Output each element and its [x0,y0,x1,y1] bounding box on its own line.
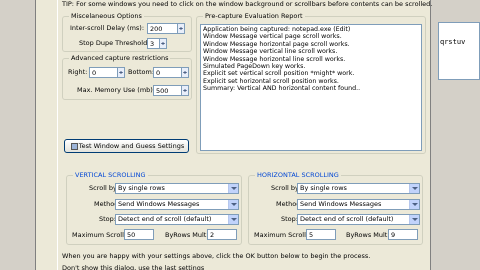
vertical-scrolling-title: VERTICAL SCROLLING [73,171,148,179]
report-line: Window Message horizontal line scroll wo… [203,55,346,63]
test-window-button[interactable]: Test Window and Guess Settings [64,139,189,153]
v-method-value: Send Windows Messages [118,200,200,208]
bottom-spinner[interactable] [181,68,188,77]
report-line: Window Message vertical line scroll work… [203,48,338,56]
inter-scroll-value: 200 [150,25,163,33]
report-line: Explicit set vertical scroll position *m… [203,70,355,78]
chevron-down-icon [409,215,419,224]
h-max-scrolls-label: Maximum Scrolls: [254,231,312,239]
inter-scroll-spinner[interactable] [177,24,184,33]
bottom-input[interactable]: 0 [153,67,189,78]
misc-options-title: Miscelaneous Options [69,12,144,20]
advanced-restrictions-title: Advanced capture restrictions [69,54,171,62]
inter-scroll-label: Inter-scroll Delay (ms): [70,24,145,32]
h-byrows-value: 9 [391,231,396,239]
h-method-select[interactable]: Send Windows Messages [297,199,420,210]
h-max-scrolls-value: 5 [309,231,314,239]
v-stop-value: Detect end of scroll (default) [118,215,212,223]
misc-options-group: Miscelaneous Options Inter-scroll Delay … [62,12,192,52]
chevron-down-icon [228,184,238,193]
h-stop-select[interactable]: Detect end of scroll (default) [297,214,420,225]
horizontal-scrolling-title: HORIZONTAL SCROLLING [255,171,341,179]
horizontal-scrolling-group: HORIZONTAL SCROLLING Scroll by: By singl… [248,171,423,245]
right-value: 0 [92,69,97,77]
h-max-scrolls-input[interactable]: 5 [306,229,336,240]
chevron-down-icon [409,184,419,193]
right-spinner[interactable] [117,68,124,77]
report-line: Window Message vertical page scroll work… [203,33,342,41]
stop-dupe-spinner[interactable] [159,39,166,48]
v-scroll-by-value: By single rows [118,184,165,192]
v-scroll-by-select[interactable]: By single rows [115,183,239,194]
stop-dupe-value: 3 [150,40,155,48]
background-editor-text: qrstuv [440,38,466,46]
chevron-down-icon [409,200,419,209]
v-max-scrolls-label: Maximum Scrolls: [72,231,130,239]
v-stop-select[interactable]: Detect end of scroll (default) [115,214,239,225]
max-memory-input[interactable]: 500 [153,85,189,96]
max-memory-label: Max. Memory Use (mb): [77,86,155,94]
h-scroll-by-value: By single rows [300,184,347,192]
stop-dupe-label: Stop Dupe Threshold: [79,39,150,47]
background-editor-area: qrstuv [438,22,480,80]
evaluation-report-title: Pre-capture Evaluation Report [203,12,305,20]
h-byrows-input[interactable]: 9 [388,229,418,240]
max-memory-spinner[interactable] [181,86,188,95]
max-memory-value: 500 [156,87,169,95]
inter-scroll-input[interactable]: 200 [147,23,185,34]
v-byrows-label: ByRows Mult: [165,231,209,239]
report-line: Summary: Vertical AND horizontal content… [203,85,361,93]
v-byrows-value: 2 [210,231,215,239]
h-scroll-by-select[interactable]: By single rows [297,183,420,194]
report-line: Window Message horizontal page scroll wo… [203,40,350,48]
footer-instructions: When you are happy with your settings ab… [62,252,371,260]
chevron-down-icon [228,215,238,224]
test-window-button-label: Test Window and Guess Settings [78,142,185,150]
stop-dupe-input[interactable]: 3 [147,38,167,49]
h-method-value: Send Windows Messages [300,200,382,208]
v-max-scrolls-input[interactable]: 50 [124,229,154,240]
vertical-scrolling-group: VERTICAL SCROLLING Scroll by: By single … [66,171,242,245]
dont-show-checkbox-label[interactable]: Don't show this dialog, use the last set… [62,265,204,270]
h-byrows-label: ByRows Mult: [346,231,390,239]
right-label: Right: [68,68,88,76]
report-line: Explicit set horizontal scroll position … [203,77,339,85]
background-window-left [0,0,36,270]
right-input[interactable]: 0 [89,67,125,78]
advanced-restrictions-group: Advanced capture restrictions Right: 0 B… [62,54,192,100]
h-stop-value: Detect end of scroll (default) [300,215,394,223]
report-line: Simulated PageDown key works. [203,63,306,71]
v-stop-label: Stop: [99,215,116,223]
evaluation-report-textbox[interactable]: Application being captured: notepad.exe … [200,24,422,151]
scroll-capture-dialog: TIP: For some windows you need to click … [57,0,433,270]
bottom-label: Bottom: [128,68,155,76]
v-byrows-input[interactable]: 2 [207,229,237,240]
tip-text: TIP: For some windows you need to click … [62,0,433,8]
chevron-down-icon [228,200,238,209]
bottom-value: 0 [156,69,161,77]
v-max-scrolls-value: 50 [127,231,136,239]
report-line: Application being captured: notepad.exe … [203,26,351,33]
evaluation-report-group: Pre-capture Evaluation Report Applicatio… [196,12,426,154]
h-stop-label: Stop: [281,215,298,223]
v-method-select[interactable]: Send Windows Messages [115,199,239,210]
window-icon [71,143,78,150]
